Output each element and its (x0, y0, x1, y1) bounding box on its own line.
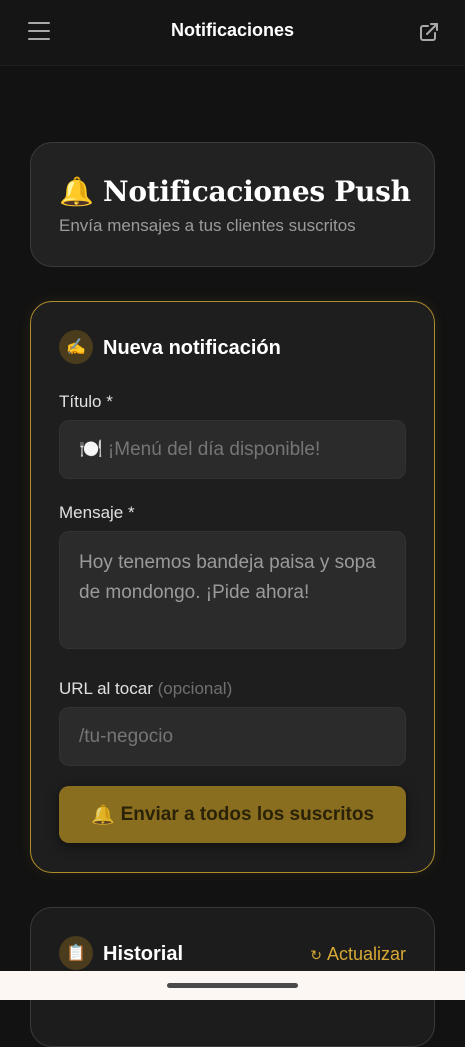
writing-hand-icon: ✍️ (59, 330, 93, 364)
refresh-label: Actualizar (326, 944, 406, 964)
refresh-icon: ↻ (310, 947, 322, 963)
top-app-bar: Notificaciones (0, 0, 465, 66)
url-input[interactable] (59, 707, 406, 766)
url-label: URL al tocar (opcional) (59, 679, 232, 699)
send-button-label: Enviar a todos los suscritos (120, 803, 375, 825)
system-navigation-bar (0, 971, 465, 1000)
hero-subtitle: Envía mensajes a tus clientes suscritos (59, 216, 356, 235)
message-textarea[interactable]: Hoy tenemos bandeja paisa y sopa de mond… (59, 531, 406, 649)
external-link-icon[interactable] (418, 21, 440, 43)
title-input[interactable] (59, 420, 406, 479)
bell-icon: 🔔 (90, 804, 115, 826)
bell-icon: 🔔 (59, 175, 94, 208)
new-notification-card: ✍️ Nueva notificación Título * Mensaje *… (30, 301, 435, 873)
history-title: Historial (103, 943, 184, 965)
send-to-all-button[interactable]: 🔔 Enviar a todos los suscritos (59, 786, 406, 843)
section-title: Nueva notificación (103, 337, 281, 359)
page-title: Notificaciones (170, 20, 295, 40)
optional-hint: (opcional) (157, 679, 233, 698)
hero-card: 🔔 Notificaciones Push Envía mensajes a t… (30, 142, 435, 267)
hero-title-text: Notificaciones Push (103, 175, 411, 208)
clipboard-icon: 📋 (59, 936, 93, 970)
refresh-button[interactable]: ↻ Actualizar (310, 944, 406, 965)
title-label: Título * (59, 392, 113, 411)
hero-title: 🔔 Notificaciones Push (59, 175, 411, 208)
url-label-text: URL al tocar (59, 679, 153, 698)
message-label: Mensaje * (59, 503, 135, 522)
home-indicator[interactable] (167, 983, 298, 988)
